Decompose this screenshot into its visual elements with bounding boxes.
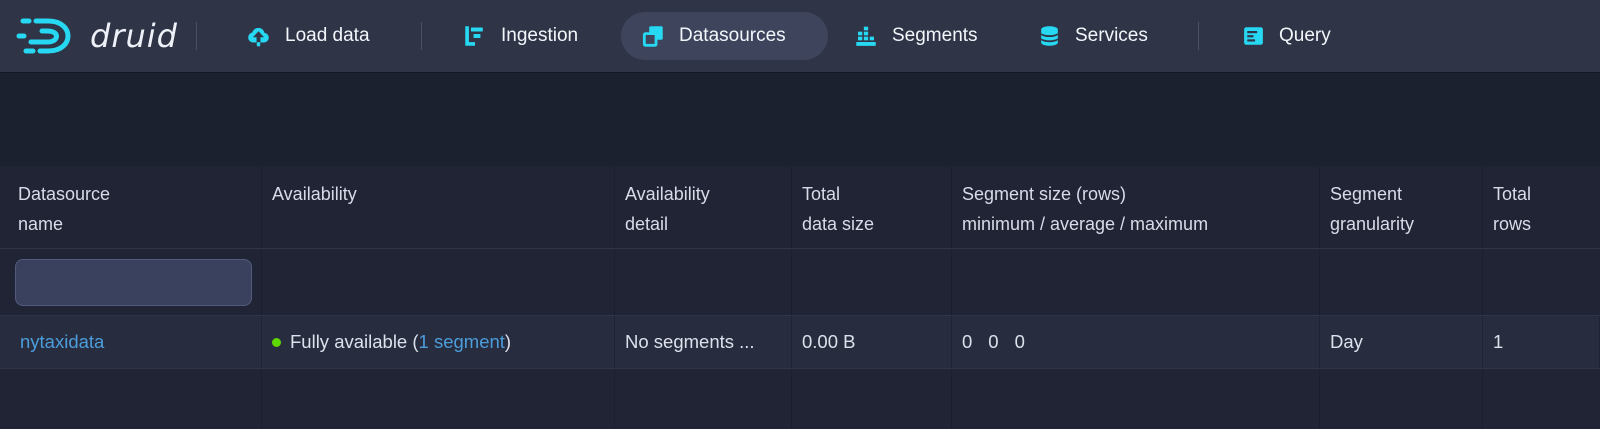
- segment-size-min: 0: [962, 331, 972, 353]
- empty-cell: [952, 369, 1320, 429]
- segment-size-max: 0: [1015, 331, 1025, 353]
- datasource-name-cell: nytaxidata: [0, 316, 262, 368]
- segment-size-cell: 0 0 0: [952, 316, 1320, 368]
- empty-cell: [792, 369, 952, 429]
- column-header-text: Segment: [1330, 179, 1474, 209]
- segment-granularity-text: Day: [1330, 331, 1363, 353]
- empty-cell: [1320, 369, 1483, 429]
- empty-cell: [1483, 369, 1600, 429]
- nav-item-label: Datasources: [679, 25, 786, 47]
- total-data-size-text: 0.00 B: [802, 331, 856, 353]
- filter-cell: [1320, 249, 1483, 315]
- column-header-text: minimum / average / maximum: [962, 209, 1311, 239]
- availability-detail-text: No segments ...: [625, 331, 755, 353]
- filter-cell-datasource-name: [0, 249, 262, 315]
- segment-size-avg: 0: [988, 331, 998, 353]
- column-header-text: Availability: [272, 179, 606, 209]
- filter-cell: [792, 249, 952, 315]
- nav-item-segments[interactable]: Segments: [853, 0, 978, 72]
- column-header-total-data-size[interactable]: Total data size: [792, 166, 952, 248]
- column-header-text: Total: [802, 179, 943, 209]
- availability-text: Fully available (: [290, 331, 419, 353]
- empty-cell: [262, 369, 615, 429]
- empty-cell: [0, 369, 262, 429]
- column-header-segment-granularity[interactable]: Segment granularity: [1320, 166, 1483, 248]
- filter-cell: [615, 249, 792, 315]
- bar-chart-icon: [853, 23, 879, 49]
- nav-separator: [421, 22, 422, 50]
- gantt-chart-icon: [462, 23, 488, 49]
- nav-item-load-data[interactable]: Load data: [245, 0, 370, 72]
- column-header-text: granularity: [1330, 209, 1474, 239]
- nav-item-label: Ingestion: [501, 25, 578, 47]
- status-dot-icon: [272, 338, 281, 347]
- datasource-name-link[interactable]: nytaxidata: [20, 331, 104, 353]
- table-empty-row: [0, 369, 1600, 429]
- filter-cell: [262, 249, 615, 315]
- column-header-text: Segment size (rows): [962, 179, 1311, 209]
- column-header-text: name: [18, 209, 253, 239]
- druid-logo-icon: [16, 12, 82, 60]
- nav-item-label: Query: [1279, 25, 1331, 47]
- total-rows-text: 1: [1493, 331, 1503, 353]
- nav-item-services[interactable]: Services: [1037, 0, 1148, 72]
- nav-item-label: Load data: [285, 25, 370, 47]
- column-header-availability-detail[interactable]: Availability detail: [615, 166, 792, 248]
- nav-item-ingestion[interactable]: Ingestion: [462, 0, 578, 72]
- cloud-upload-icon: [245, 23, 272, 49]
- column-header-segment-size[interactable]: Segment size (rows) minimum / average / …: [952, 166, 1320, 248]
- column-header-datasource-name[interactable]: Datasource name: [0, 166, 262, 248]
- stacked-squares-icon: [640, 23, 666, 49]
- filter-cell: [1483, 249, 1600, 315]
- total-rows-cell: 1: [1483, 316, 1600, 368]
- datasource-name-filter-input[interactable]: [15, 259, 252, 306]
- segment-granularity-cell: Day: [1320, 316, 1483, 368]
- column-header-text: data size: [802, 209, 943, 239]
- nav-separator: [1198, 22, 1199, 50]
- druid-logo[interactable]: druid: [16, 12, 178, 60]
- column-header-text: rows: [1493, 209, 1592, 239]
- nav-separator: [196, 22, 197, 50]
- column-header-availability[interactable]: Availability: [262, 166, 615, 248]
- database-icon: [1037, 23, 1062, 49]
- nav-item-label: Segments: [892, 25, 978, 47]
- empty-cell: [615, 369, 792, 429]
- table-filter-row: [0, 249, 1600, 316]
- column-header-total-rows[interactable]: Total rows: [1483, 166, 1600, 248]
- table-header-row: Datasource name Availability Availabilit…: [0, 166, 1600, 249]
- total-data-size-cell: 0.00 B: [792, 316, 952, 368]
- top-navbar: druid Load data Ingestion: [0, 0, 1600, 72]
- availability-detail-cell: No segments ...: [615, 316, 792, 368]
- druid-logo-text: druid: [90, 17, 178, 55]
- table-row: nytaxidata Fully available ( 1 segment )…: [0, 316, 1600, 369]
- console-icon: [1241, 23, 1266, 49]
- datasources-table: Datasource name Availability Availabilit…: [0, 166, 1600, 429]
- availability-text-suffix: ): [505, 331, 511, 353]
- filter-cell: [952, 249, 1320, 315]
- column-header-text: detail: [625, 209, 783, 239]
- nav-item-datasources[interactable]: Datasources: [640, 0, 786, 72]
- segment-count-link[interactable]: 1 segment: [419, 331, 505, 353]
- column-header-text: Total: [1493, 179, 1592, 209]
- nav-item-label: Services: [1075, 25, 1148, 47]
- availability-cell: Fully available ( 1 segment ): [262, 316, 615, 368]
- view-header: Datasources Refresh Show unused Sh: [0, 72, 1600, 166]
- column-header-text: Availability: [625, 179, 783, 209]
- nav-item-query[interactable]: Query: [1241, 0, 1331, 72]
- column-header-text: Datasource: [18, 179, 253, 209]
